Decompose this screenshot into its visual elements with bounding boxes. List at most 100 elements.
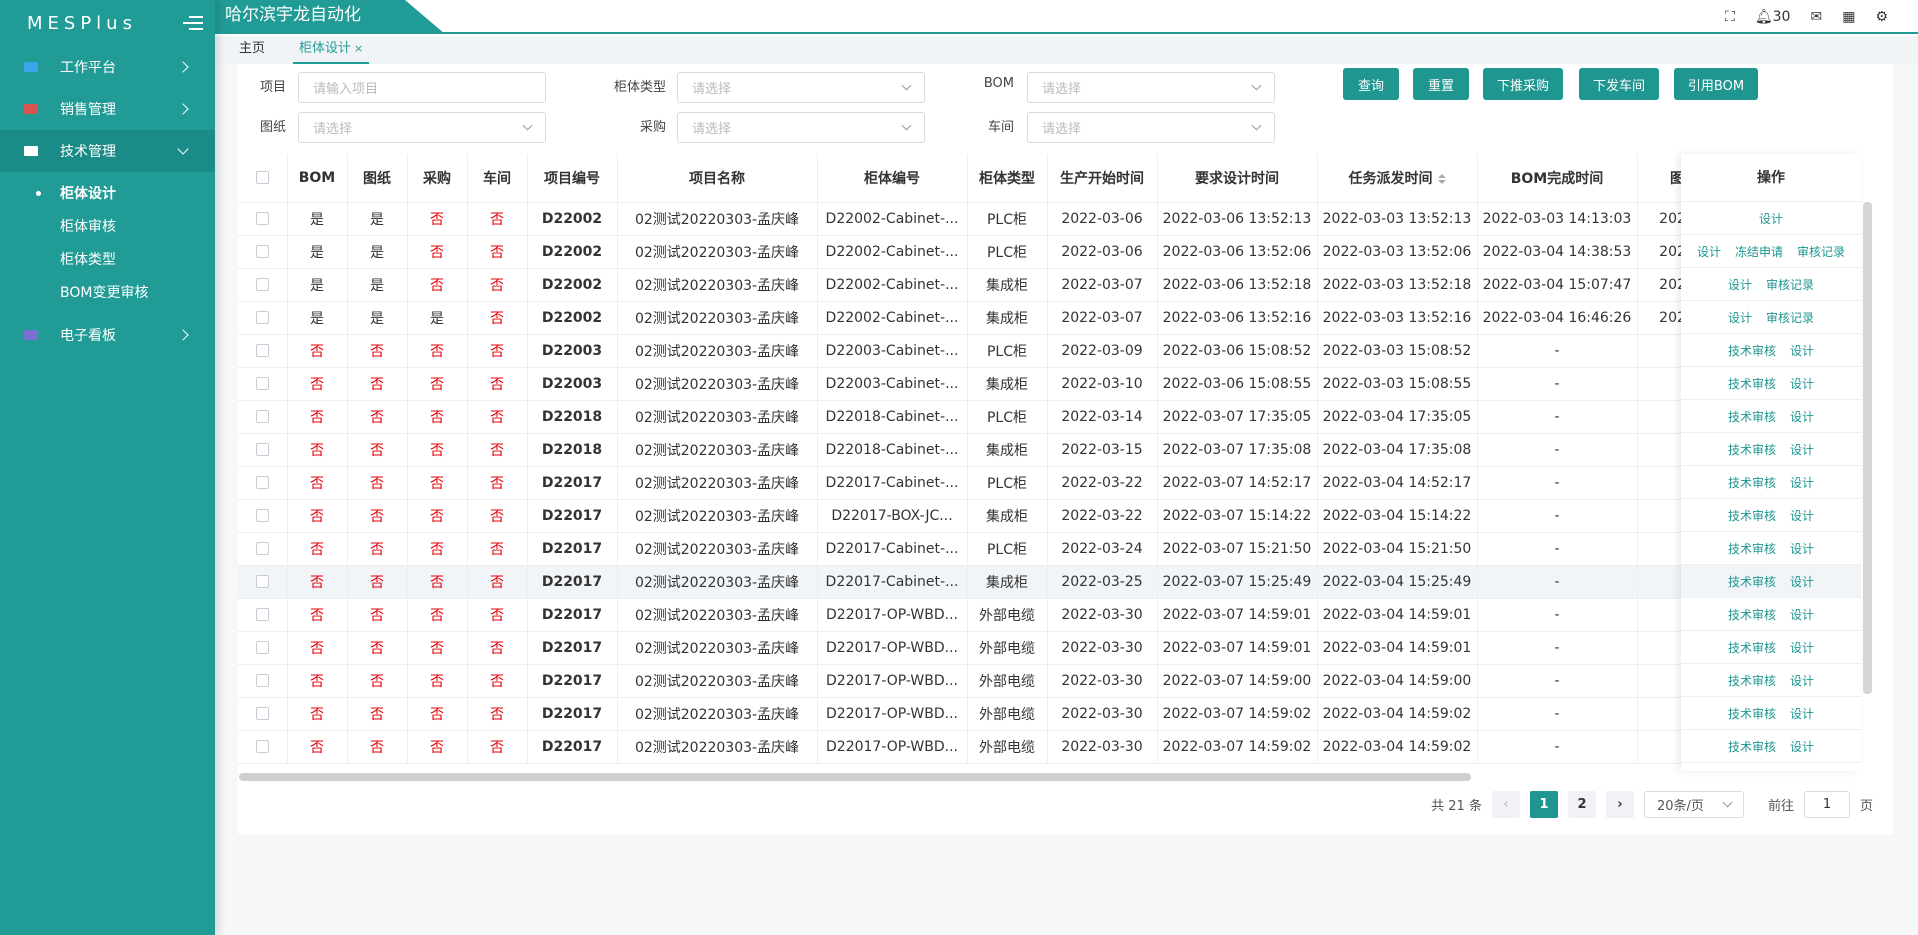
query-button[interactable]: 查询 [1343,68,1399,100]
tech-review-link[interactable]: 技术审核 [1728,639,1776,656]
design-link[interactable]: 设计 [1697,243,1721,260]
table-row[interactable]: 否否否否 D22017 02测试20220303-孟庆峰 D22017-Cabinet… [238,466,1718,500]
row-checkbox[interactable] [238,235,288,269]
design-link[interactable]: 设计 [1790,408,1814,425]
submenu-cabinet-design[interactable]: 柜体设计 [0,176,215,209]
row-checkbox[interactable] [238,499,288,533]
tech-review-link[interactable]: 技术审核 [1728,705,1776,722]
table-row[interactable]: 否否否否 D22017 02测试20220303-孟庆峰 D22017-Cabinet… [238,532,1718,566]
table-row[interactable]: 是是否否 D22002 02测试20220303-孟庆峰 D22002-Cabinet… [238,235,1718,269]
notification-icon[interactable]: 🔔︎30 [1755,9,1791,25]
design-link[interactable]: 设计 [1790,474,1814,491]
design-link[interactable]: 设计 [1790,738,1814,755]
row-checkbox[interactable] [238,697,288,731]
row-checkbox[interactable] [238,664,288,698]
table-row[interactable]: 否否否否 D22018 02测试20220303-孟庆峰 D22018-Cabinet… [238,433,1718,467]
menu-item-sales[interactable]: 销售管理 [0,88,215,130]
table-row[interactable]: 否否否否 D22017 02测试20220303-孟庆峰 D22017-OP-WBD.… [238,631,1718,665]
tech-review-link[interactable]: 技术审核 [1728,606,1776,623]
design-link[interactable]: 设计 [1790,540,1814,557]
page-2-button[interactable]: 2 [1567,791,1596,818]
design-link[interactable]: 设计 [1790,507,1814,524]
tech-review-link[interactable]: 技术审核 [1728,672,1776,689]
design-link[interactable]: 设计 [1790,375,1814,392]
col-dispatch-time[interactable]: 任务派发时间 [1317,154,1478,203]
design-link[interactable]: 设计 [1728,276,1752,293]
submenu-bom-change-review[interactable]: BOM变更审核 [0,275,215,308]
mail-icon[interactable]: ✉ [1810,9,1822,25]
row-checkbox[interactable] [238,433,288,467]
submenu-cabinet-review[interactable]: 柜体审核 [0,209,215,242]
design-link[interactable]: 设计 [1790,573,1814,590]
design-link[interactable]: 设计 [1790,606,1814,623]
close-tab-icon[interactable]: × [354,42,363,55]
row-checkbox[interactable] [238,202,288,236]
table-row[interactable]: 否否否否 D22017 02测试20220303-孟庆峰 D22017-BOX-JC.… [238,499,1718,533]
tab-cabinet-design[interactable]: 柜体设计 × [293,36,370,64]
table-row[interactable]: 否否否否 D22017 02测试20220303-孟庆峰 D22017-OP-WBD.… [238,664,1718,698]
cite-bom-button[interactable]: 引用BOM [1674,68,1758,100]
table-row[interactable]: 否否否否 D22003 02测试20220303-孟庆峰 D22003-Cabinet… [238,334,1718,368]
table-row[interactable]: 否否否否 D22018 02测试20220303-孟庆峰 D22018-Cabinet… [238,400,1718,434]
tech-review-link[interactable]: 技术审核 [1728,573,1776,590]
row-checkbox[interactable] [238,532,288,566]
tech-review-link[interactable]: 技术审核 [1728,342,1776,359]
row-checkbox[interactable] [238,334,288,368]
row-checkbox[interactable] [238,565,288,599]
tech-review-link[interactable]: 技术审核 [1728,375,1776,392]
review-record-link[interactable]: 审核记录 [1766,309,1814,326]
row-checkbox[interactable] [238,367,288,401]
tech-review-link[interactable]: 技术审核 [1728,474,1776,491]
purchase-select[interactable]: 请选择 [677,112,925,143]
vertical-scrollbar[interactable] [1863,202,1872,694]
table-row[interactable]: 否否否否 D22003 02测试20220303-孟庆峰 D22003-Cabinet… [238,367,1718,401]
row-checkbox[interactable] [238,301,288,335]
reset-button[interactable]: 重置 [1413,68,1469,100]
row-checkbox[interactable] [238,400,288,434]
table-row[interactable]: 是是是否 D22002 02测试20220303-孟庆峰 D22002-Cabinet… [238,301,1718,335]
page-size-select[interactable]: 20条/页 [1643,791,1744,818]
design-link[interactable]: 设计 [1790,672,1814,689]
next-page-button[interactable]: › [1605,791,1634,818]
row-checkbox[interactable] [238,631,288,665]
design-link[interactable]: 设计 [1728,309,1752,326]
page-1-button[interactable]: 1 [1529,791,1558,818]
row-checkbox[interactable] [238,466,288,500]
push-purchase-button[interactable]: 下推采购 [1483,68,1563,100]
design-link[interactable]: 设计 [1759,210,1783,227]
menu-collapse-icon[interactable] [183,16,203,30]
row-checkbox[interactable] [238,598,288,632]
horizontal-scrollbar[interactable] [239,773,1471,781]
design-link[interactable]: 设计 [1790,639,1814,656]
row-checkbox[interactable] [238,268,288,302]
goto-page-input[interactable]: 1 [1803,791,1850,818]
design-link[interactable]: 设计 [1790,705,1814,722]
table-row[interactable]: 否否否否 D22017 02测试20220303-孟庆峰 D22017-Cabinet… [238,565,1718,599]
select-all-checkbox[interactable] [238,154,288,203]
table-row[interactable]: 否否否否 D22017 02测试20220303-孟庆峰 D22017-OP-WBD.… [238,730,1718,764]
table-row[interactable]: 否否否否 D22017 02测试20220303-孟庆峰 D22017-OP-WBD.… [238,598,1718,632]
review-record-link[interactable]: 审核记录 [1797,243,1845,260]
submenu-cabinet-type[interactable]: 柜体类型 [0,242,215,275]
workshop-select[interactable]: 请选择 [1027,112,1275,143]
sort-icon[interactable] [1437,173,1446,184]
menu-item-workbench[interactable]: 工作平台 [0,46,215,88]
cabinet-type-select[interactable]: 请选择 [677,72,925,103]
settings-icon[interactable]: ⚙ [1875,9,1888,25]
tab-home[interactable]: 主页 [233,36,271,64]
row-checkbox[interactable] [238,730,288,764]
bom-select[interactable]: 请选择 [1027,72,1275,103]
tech-review-link[interactable]: 技术审核 [1728,441,1776,458]
table-row[interactable]: 是是否否 D22002 02测试20220303-孟庆峰 D22002-Cabinet… [238,268,1718,302]
table-row[interactable]: 否否否否 D22017 02测试20220303-孟庆峰 D22017-OP-WBD.… [238,697,1718,731]
tech-review-link[interactable]: 技术审核 [1728,540,1776,557]
drawing-select[interactable]: 请选择 [298,112,546,143]
prev-page-button[interactable]: ‹ [1491,791,1520,818]
review-record-link[interactable]: 审核记录 [1766,276,1814,293]
menu-item-tech[interactable]: 技术管理 [0,130,215,172]
tech-review-link[interactable]: 技术审核 [1728,507,1776,524]
fullscreen-icon[interactable]: ⛶ [1725,9,1735,25]
tech-review-link[interactable]: 技术审核 [1728,408,1776,425]
project-input[interactable]: 请输入项目 [298,72,546,103]
apps-grid-icon[interactable]: ▦ [1842,9,1855,25]
